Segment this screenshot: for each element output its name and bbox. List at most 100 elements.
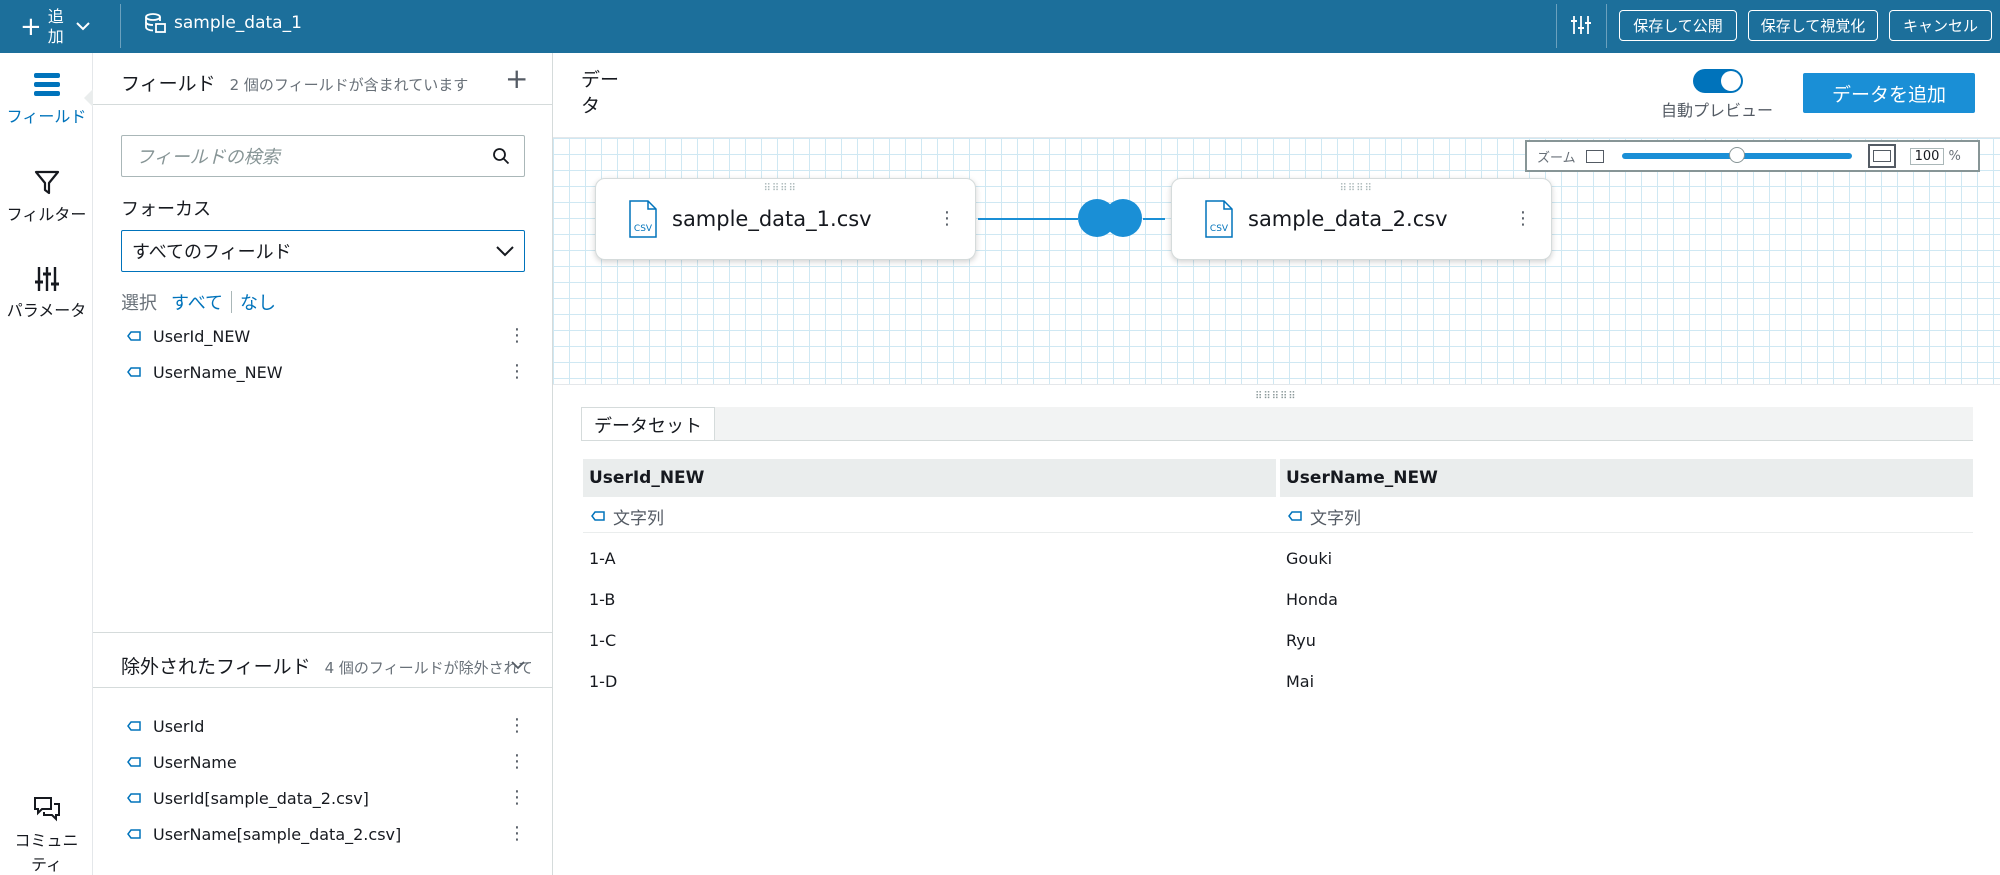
excluded-fields-header[interactable]: 除外されたフィールド 4 個のフィールドが除外されて — [121, 652, 531, 679]
left-rail: フィールド フィルター パラメータ コミュニティ — [0, 53, 93, 875]
rail-fields[interactable]: フィールド — [0, 71, 93, 127]
data-title: データ — [581, 69, 620, 117]
chevron-down-icon — [76, 19, 90, 35]
select-none-link[interactable]: なし — [240, 289, 276, 315]
zoom-value[interactable]: 100 — [1909, 147, 1945, 165]
cancel-button[interactable]: キャンセル — [1889, 10, 1992, 41]
divider — [93, 632, 553, 633]
table-cell: Gouki — [1286, 548, 1333, 568]
excluded-field-item[interactable]: UserId ⋮ — [127, 711, 527, 741]
divider — [93, 687, 553, 688]
table-cell: 1-B — [589, 589, 616, 609]
dataset-node-name: sample_data_2.csv — [1248, 207, 1448, 231]
field-search-input[interactable]: フィールドの検索 — [121, 135, 525, 177]
more-options-icon[interactable]: ⋮ — [507, 717, 527, 735]
string-tag-icon — [127, 721, 141, 731]
field-item[interactable]: UserName_NEW ⋮ — [127, 357, 527, 387]
zoom-out-icon[interactable] — [1585, 149, 1604, 163]
rail-label: コミュニティ — [14, 831, 79, 874]
table-cell: Mai — [1286, 671, 1315, 691]
zoom-in-icon[interactable] — [1867, 144, 1896, 168]
focus-select[interactable]: すべてのフィールド — [121, 230, 525, 272]
more-options-icon[interactable]: ⋮ — [507, 753, 527, 771]
rail-label: フィルター — [6, 205, 87, 224]
rail-community[interactable]: コミュニティ — [0, 795, 93, 875]
add-field-icon[interactable]: + — [505, 65, 528, 93]
parameters-icon — [34, 267, 59, 291]
divider — [1606, 4, 1607, 48]
search-placeholder: フィールドの検索 — [136, 147, 280, 168]
more-options-icon[interactable]: ⋮ — [507, 789, 527, 807]
save-and-publish-button[interactable]: 保存して公開 — [1619, 10, 1737, 41]
rail-filter[interactable]: フィルター — [0, 169, 93, 225]
auto-preview-label: 自動プレビュー — [1661, 101, 1774, 120]
column-type[interactable]: 文字列 — [1280, 499, 1973, 533]
divider — [581, 440, 1973, 441]
excluded-title: 除外されたフィールド — [121, 656, 311, 678]
focus-label: フォーカス — [121, 199, 211, 220]
main-area: データ 自動プレビュー データを追加 ズーム 100 % ⠿⠿⠿⠿ CSV sa… — [553, 53, 2000, 875]
more-options-icon[interactable]: ⋮ — [507, 825, 527, 843]
field-name: UserName[sample_data_2.csv] — [153, 824, 402, 844]
focus-value: すべてのフィールド — [132, 242, 292, 263]
field-name: UserId[sample_data_2.csv] — [153, 788, 369, 808]
excluded-field-item[interactable]: UserName ⋮ — [127, 747, 527, 777]
table-cell: 1-C — [589, 630, 617, 650]
divider — [93, 104, 553, 105]
database-icon — [145, 13, 166, 33]
string-tag-icon — [591, 511, 605, 521]
join-circle-right — [1104, 199, 1142, 237]
chat-icon — [33, 797, 60, 822]
dataset-name[interactable]: sample_data_1 — [144, 12, 302, 34]
excluded-field-item[interactable]: UserId[sample_data_2.csv] ⋮ — [127, 783, 527, 813]
join-canvas[interactable]: ズーム 100 % ⠿⠿⠿⠿ CSV sample_data_1.csv ⋮ ⠿… — [553, 137, 2000, 385]
csv-file-icon: CSV — [629, 200, 657, 238]
excluded-count: 4 個のフィールドが除外されて — [324, 659, 531, 677]
select-label: 選択 — [121, 293, 157, 314]
string-tag-icon — [127, 793, 141, 803]
drag-handle-icon[interactable]: ⠿⠿⠿⠿ — [1340, 183, 1373, 194]
filter-icon — [34, 170, 59, 195]
rail-label: パラメータ — [6, 301, 87, 320]
tab-dataset[interactable]: データセット — [581, 407, 715, 441]
dataset-node[interactable]: ⠿⠿⠿⠿ CSV sample_data_2.csv ⋮ — [1171, 178, 1552, 260]
column-header[interactable]: UserName_NEW — [1280, 459, 1973, 497]
field-item[interactable]: UserId_NEW ⋮ — [127, 321, 527, 351]
divider — [231, 291, 233, 313]
drag-handle-icon[interactable]: ⠿⠿⠿⠿ — [764, 183, 797, 194]
select-all-link[interactable]: すべて — [171, 289, 223, 315]
divider — [120, 4, 121, 48]
sliders-icon[interactable] — [1570, 14, 1592, 40]
more-options-icon[interactable]: ⋮ — [1513, 210, 1533, 228]
top-bar: + 追加 sample_data_1 保存して公開 保存して視覚化 キャンセル — [0, 0, 2000, 53]
dataset-node[interactable]: ⠿⠿⠿⠿ CSV sample_data_1.csv ⋮ — [595, 178, 976, 260]
plus-icon: + — [20, 12, 42, 42]
auto-preview-toggle[interactable] — [1693, 69, 1743, 93]
zoom-control: ズーム 100 % — [1525, 140, 1980, 172]
inner-join-icon[interactable] — [1078, 199, 1142, 239]
more-options-icon[interactable]: ⋮ — [937, 210, 957, 228]
add-data-button[interactable]: データを追加 — [1803, 73, 1975, 113]
svg-text:CSV: CSV — [1210, 224, 1229, 234]
rail-parameters[interactable]: パラメータ — [0, 265, 93, 321]
more-options-icon[interactable]: ⋮ — [507, 363, 527, 381]
column-type[interactable]: 文字列 — [583, 499, 1276, 533]
rail-label: フィールド — [6, 107, 87, 126]
zoom-slider-thumb[interactable] — [1728, 147, 1745, 163]
field-name: UserId — [153, 716, 205, 736]
csv-file-icon: CSV — [1205, 200, 1233, 238]
string-tag-icon — [127, 331, 141, 341]
more-options-icon[interactable]: ⋮ — [507, 327, 527, 345]
divider — [1556, 4, 1557, 48]
add-menu-button[interactable]: + 追加 — [20, 7, 90, 46]
excluded-field-item[interactable]: UserName[sample_data_2.csv] ⋮ — [127, 819, 527, 849]
chevron-down-icon[interactable] — [511, 655, 525, 674]
string-tag-icon — [1288, 511, 1302, 521]
table-cell: Honda — [1286, 589, 1338, 609]
join-line — [978, 218, 1078, 220]
save-and-visualize-button[interactable]: 保存して視覚化 — [1748, 10, 1878, 41]
zoom-unit: % — [1948, 148, 1961, 164]
resize-handle-icon[interactable]: ⠿⠿⠿⠿⠿ — [1255, 391, 1297, 402]
zoom-slider[interactable] — [1621, 147, 1852, 163]
column-header[interactable]: UserId_NEW — [583, 459, 1276, 497]
